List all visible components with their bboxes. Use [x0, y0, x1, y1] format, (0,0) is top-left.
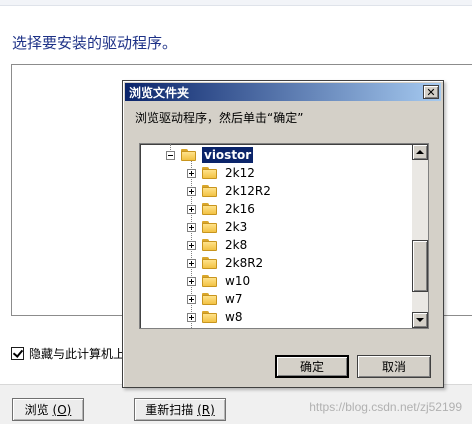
- folder-icon: [202, 239, 217, 251]
- cancel-button[interactable]: 取消: [357, 355, 431, 378]
- tree-label-child: 2k12: [225, 166, 255, 180]
- browse-folder-dialog: 浏览文件夹 ✕ 浏览驱动程序，然后单击“确定” viostor 2k12 2k12…: [122, 80, 444, 388]
- expand-icon[interactable]: [187, 204, 196, 214]
- hide-incompatible-row[interactable]: 隐藏与此计算机上: [11, 345, 125, 361]
- folder-icon: [202, 257, 217, 269]
- folder-icon: [202, 203, 217, 215]
- ok-button[interactable]: 确定: [275, 355, 349, 378]
- tree-row-child[interactable]: 2k3: [187, 218, 249, 236]
- tree-row-child[interactable]: 2k8: [187, 236, 249, 254]
- tree-row-child[interactable]: w7: [187, 290, 244, 308]
- dialog-title: 浏览文件夹: [129, 85, 190, 100]
- browse-button[interactable]: 浏览 (O): [12, 398, 84, 421]
- expand-icon[interactable]: [187, 276, 196, 286]
- tree-row-child[interactable]: w8: [187, 308, 244, 326]
- folder-tree[interactable]: viostor 2k12 2k12R2 2k16 2k3 2k8 2k8R2 w10 w7 w8: [139, 143, 429, 329]
- folder-icon: [202, 185, 217, 197]
- tree-label-child: 2k8R2: [225, 256, 264, 270]
- close-icon: ✕: [426, 85, 436, 99]
- expand-icon[interactable]: [187, 222, 196, 232]
- tree-row-child[interactable]: w10: [187, 272, 252, 290]
- page-heading: 选择要安装的驱动程序。: [12, 34, 178, 52]
- folder-icon: [181, 149, 196, 161]
- ok-button-label: 确定: [299, 360, 324, 374]
- tree-label-child: w10: [225, 274, 251, 288]
- arrow-down-icon: [416, 318, 424, 322]
- arrow-up-icon: [416, 150, 424, 154]
- collapse-icon[interactable]: [166, 150, 175, 160]
- expand-icon[interactable]: [187, 240, 196, 250]
- rescan-button[interactable]: 重新扫描 (R): [134, 398, 226, 421]
- tree-row-root[interactable]: viostor: [166, 146, 254, 164]
- folder-icon: [202, 167, 217, 179]
- expand-icon[interactable]: [187, 258, 196, 268]
- tree-row-child[interactable]: 2k12R2: [187, 182, 273, 200]
- window-top-strip: [0, 0, 472, 6]
- expand-icon[interactable]: [187, 294, 196, 304]
- scroll-up-button[interactable]: [412, 144, 428, 160]
- folder-tree-content: viostor 2k12 2k12R2 2k16 2k3 2k8 2k8R2 w10 w7 w8: [140, 144, 414, 328]
- folder-icon: [202, 293, 217, 305]
- hide-incompatible-checkbox[interactable]: [11, 346, 24, 360]
- tree-label-child: 2k8: [225, 238, 248, 252]
- watermark-text: https://blog.csdn.net/zj52199: [309, 400, 462, 414]
- close-button[interactable]: ✕: [423, 85, 439, 99]
- tree-label-child: 2k16: [225, 202, 255, 216]
- browse-button-accel: (O): [52, 402, 72, 417]
- expand-icon[interactable]: [187, 312, 196, 322]
- scroll-down-button[interactable]: [412, 312, 428, 328]
- tree-label-child: 2k3: [225, 220, 248, 234]
- tree-label-child: w7: [225, 292, 243, 306]
- rescan-button-label: 重新扫描: [145, 403, 194, 417]
- folder-icon: [202, 221, 217, 233]
- browse-button-label: 浏览: [24, 403, 49, 417]
- folder-icon: [202, 275, 217, 287]
- tree-row-child[interactable]: 2k8R2: [187, 254, 265, 272]
- dialog-titlebar[interactable]: 浏览文件夹 ✕: [125, 83, 441, 101]
- dialog-instruction: 浏览驱动程序，然后单击“确定”: [135, 111, 304, 125]
- expand-icon[interactable]: [187, 168, 196, 178]
- tree-row-child[interactable]: 2k16: [187, 200, 257, 218]
- rescan-button-accel: (R): [197, 402, 215, 417]
- tree-label-child: 2k12R2: [225, 184, 271, 198]
- tree-scrollbar[interactable]: [412, 144, 428, 328]
- hide-incompatible-label: 隐藏与此计算机上: [29, 346, 126, 361]
- tree-label-child: w8: [225, 310, 243, 324]
- tree-row-child[interactable]: 2k12: [187, 164, 257, 182]
- expand-icon[interactable]: [187, 186, 196, 196]
- scroll-thumb[interactable]: [412, 240, 428, 292]
- cancel-button-label: 取消: [381, 360, 406, 374]
- tree-label-root: viostor: [202, 147, 254, 163]
- folder-icon: [202, 311, 217, 323]
